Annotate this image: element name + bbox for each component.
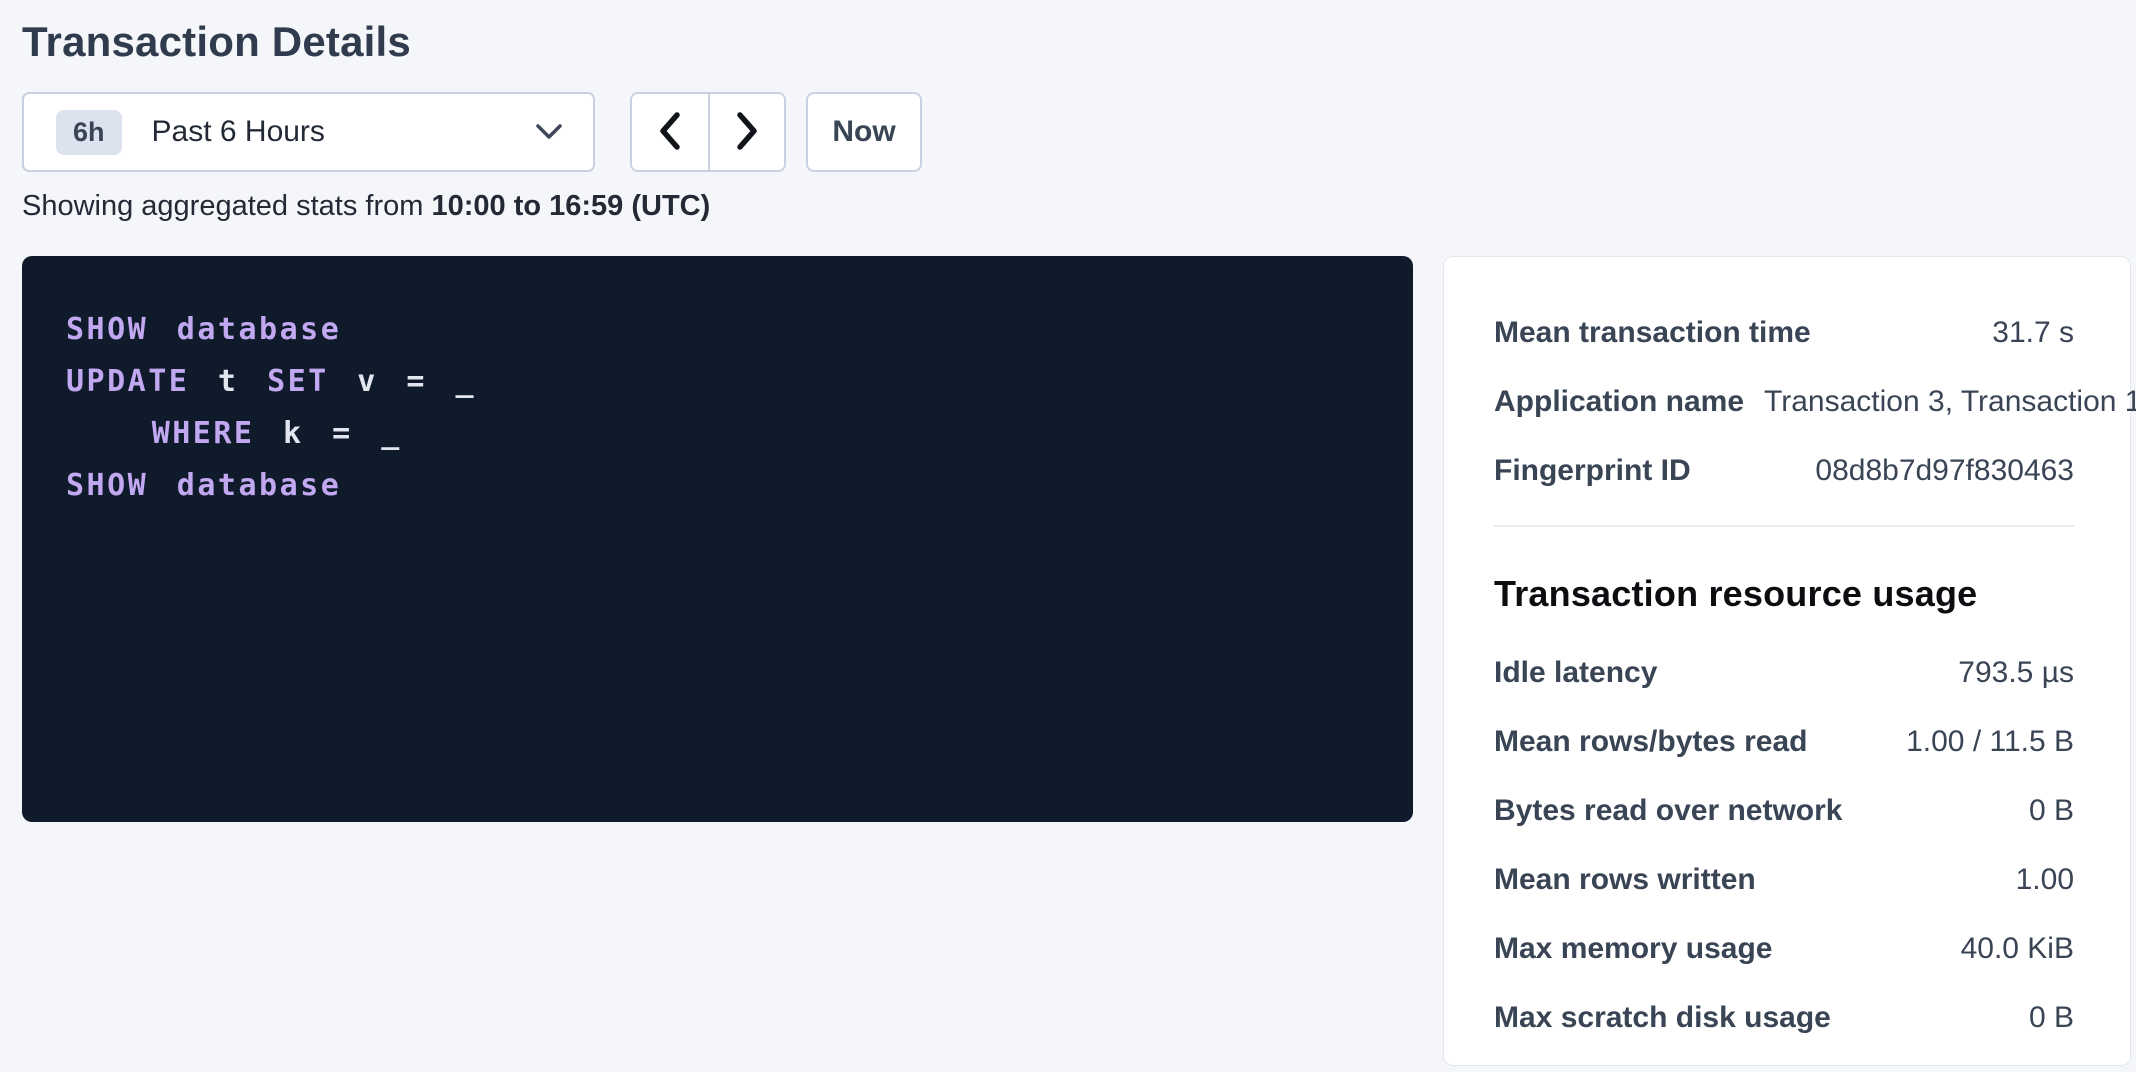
resource-row-value: 793.5 µs [1958,653,2074,693]
summary-row-mean-transaction-time: Mean transaction time 31.7 s [1494,313,2074,353]
summary-row-value: Transaction 3, Transaction 1 [1764,382,2136,422]
resource-row-value: 0 B [2029,998,2074,1038]
sql-keyword: WHERE [152,416,255,451]
time-range-dropdown[interactable]: 6h Past 6 Hours [22,92,595,172]
resource-row-label: Idle latency [1494,653,1657,693]
chevron-down-icon [535,123,563,141]
sql-line: SHOW database [66,304,1369,356]
next-time-window-button[interactable] [708,94,784,170]
resource-row-mean-rows-written: Mean rows written 1.00 [1494,860,2074,900]
resource-row-value: 1.00 / 11.5 B [1906,722,2074,762]
sql-line: WHERE k = _ [66,408,1369,460]
details-content: SHOW database UPDATE t SET v = _ WHERE k… [22,256,2136,1066]
previous-time-window-button[interactable] [632,94,708,170]
sql-keyword: SET [267,364,329,399]
now-button[interactable]: Now [806,92,922,172]
sql-keyword: SHOW database [66,468,341,503]
resource-row-label: Bytes read over network [1494,791,1842,831]
resource-row-value: 40.0 KiB [1961,929,2074,969]
time-range-label: Past 6 Hours [152,115,325,149]
resource-row-label: Max scratch disk usage [1494,998,1831,1038]
sql-indent [66,416,152,451]
transaction-summary-card: Mean transaction time 31.7 s Application… [1443,256,2131,1066]
summary-row-application-name: Application name Transaction 3, Transact… [1494,382,2074,422]
time-controls: 6h Past 6 Hours [22,92,2136,172]
sql-text: t [189,364,267,399]
resource-row-mean-rows-bytes-read: Mean rows/bytes read 1.00 / 11.5 B [1494,722,2074,762]
transaction-details-page: Transaction Details 6h Past 6 Hours [0,0,2136,1072]
aggregated-stats-caption: Showing aggregated stats from 10:00 to 1… [22,190,2136,223]
resource-row-label: Max memory usage [1494,929,1772,969]
resource-row-label: Mean rows/bytes read [1494,722,1807,762]
chevron-right-icon [736,112,758,153]
time-range-badge: 6h [56,110,122,155]
sql-keyword: UPDATE [66,364,189,399]
stats-caption-range: 10:00 to 16:59 (UTC) [431,190,710,222]
summary-row-label: Application name [1494,382,1744,422]
sql-text: k = _ [255,416,402,451]
sql-keyword: SHOW database [66,312,341,347]
resource-row-max-scratch-disk-usage: Max scratch disk usage 0 B [1494,998,2074,1038]
chevron-left-icon [659,112,681,153]
resource-row-max-memory-usage: Max memory usage 40.0 KiB [1494,929,2074,969]
sql-statement-box: SHOW database UPDATE t SET v = _ WHERE k… [22,256,1413,822]
resource-row-bytes-read-over-network: Bytes read over network 0 B [1494,791,2074,831]
sql-text: v = _ [329,364,476,399]
resource-row-label: Mean rows written [1494,860,1756,900]
card-divider [1494,525,2074,527]
resource-usage-heading: Transaction resource usage [1494,573,2074,615]
summary-row-fingerprint-id: Fingerprint ID 08d8b7d97f830463 [1494,451,2074,491]
summary-row-value: 31.7 s [1992,313,2074,353]
sql-line: SHOW database [66,460,1369,512]
sql-line: UPDATE t SET v = _ [66,356,1369,408]
time-window-arrows [630,92,786,172]
resource-row-idle-latency: Idle latency 793.5 µs [1494,653,2074,693]
stats-caption-prefix: Showing aggregated stats from [22,190,431,222]
page-title: Transaction Details [22,18,2136,66]
resource-row-value: 0 B [2029,791,2074,831]
summary-row-label: Mean transaction time [1494,313,1811,353]
summary-row-label: Fingerprint ID [1494,451,1691,491]
resource-row-value: 1.00 [2016,860,2074,900]
summary-row-value: 08d8b7d97f830463 [1815,451,2074,491]
